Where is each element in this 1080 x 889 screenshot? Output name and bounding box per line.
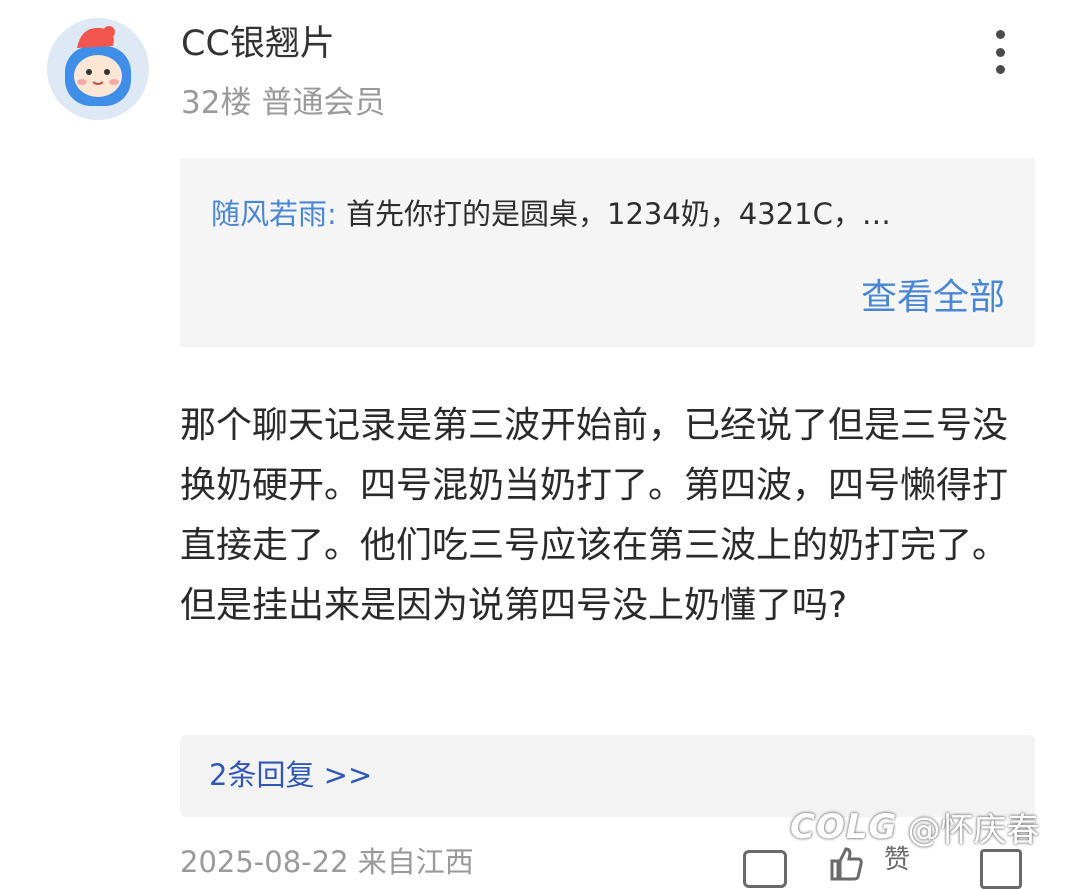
more-options-button[interactable] (978, 26, 1022, 78)
floor-number: 32楼 (181, 85, 252, 121)
replies-link[interactable]: 2条回复 >> (209, 754, 372, 796)
watermark: COLG @怀庆春 (790, 798, 1039, 856)
more-vertical-icon (995, 47, 1005, 57)
quoted-reply[interactable]: 随风若雨: 首先你打的是圆桌，1234奶，4321C，… 查看全部 (180, 158, 1035, 347)
comment-icon[interactable] (743, 850, 787, 888)
post-footer-meta: 2025-08-22 来自江西 (180, 845, 474, 879)
view-all-link[interactable]: 查看全部 (861, 274, 1005, 322)
post-content: 那个聊天记录是第三波开始前，已经说了但是三号没换奶硬开。四号混奶当奶打了。第四波… (180, 405, 1009, 626)
post-meta: 32楼 普通会员 (181, 82, 385, 124)
cartoon-avatar-icon (47, 18, 149, 120)
avatar[interactable] (47, 18, 149, 120)
colg-logo: COLG (790, 807, 898, 847)
quote-text: 首先你打的是圆桌，1234奶，4321C，… (346, 197, 891, 231)
more-vertical-icon (995, 65, 1005, 74)
more-vertical-icon (995, 30, 1005, 39)
quote-author[interactable]: 随风若雨: (211, 197, 337, 231)
quote-line: 随风若雨: 首先你打的是圆桌，1234奶，4321C，… (211, 194, 1011, 234)
username[interactable]: CC银翘片 (181, 22, 335, 66)
member-level: 普通会员 (261, 85, 386, 121)
watermark-handle: @怀庆春 (907, 810, 1040, 849)
